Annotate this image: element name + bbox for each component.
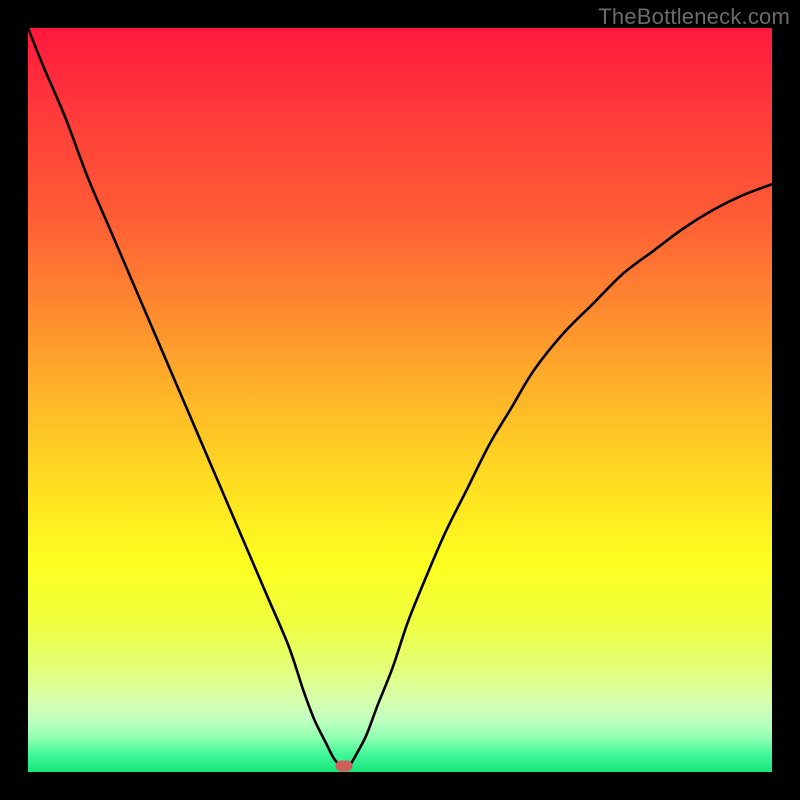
- chart-stage: TheBottleneck.com: [0, 0, 800, 800]
- bottleneck-curve: [28, 28, 772, 772]
- plot-area: [28, 28, 772, 772]
- watermark-text: TheBottleneck.com: [598, 4, 790, 30]
- min-marker-icon: [336, 761, 353, 772]
